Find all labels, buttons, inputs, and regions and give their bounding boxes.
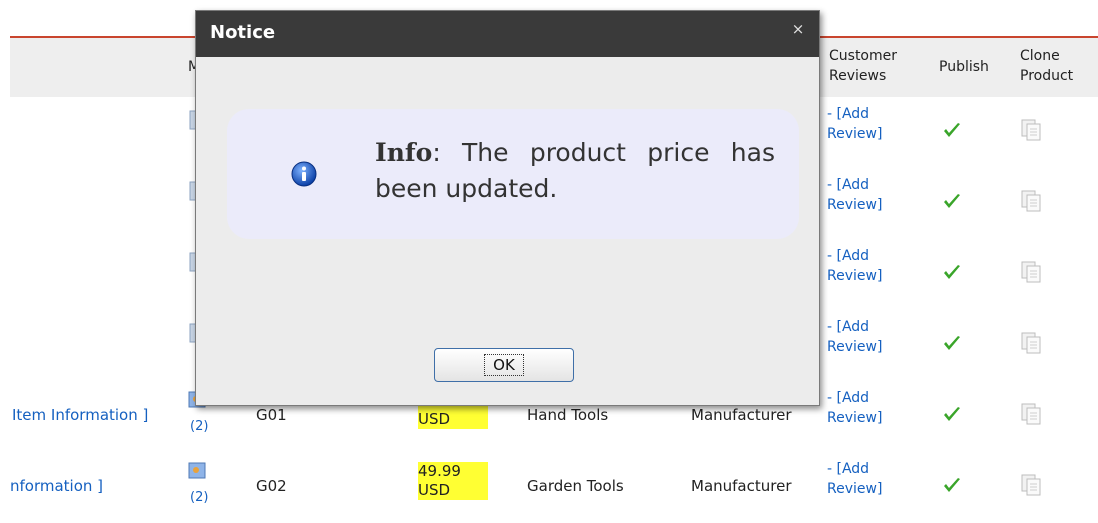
add-review-link[interactable]: - [Add Review] bbox=[827, 317, 897, 357]
manufacturer-cell: Manufacturer bbox=[691, 477, 792, 495]
clone-product-icon[interactable] bbox=[1020, 331, 1042, 355]
table-row: nformation ] (2) G02 49.99 USD Garden To… bbox=[10, 452, 1098, 523]
message-label: Info bbox=[375, 138, 433, 167]
header-customer-reviews-label: Customer Reviews bbox=[829, 48, 898, 84]
clone-product-icon[interactable] bbox=[1020, 402, 1042, 426]
published-check-icon[interactable] bbox=[942, 475, 962, 495]
clone-product-icon[interactable] bbox=[1020, 118, 1042, 142]
clone-product-icon[interactable] bbox=[1020, 473, 1042, 497]
ok-button[interactable]: OK bbox=[434, 348, 574, 382]
header-publish[interactable]: Publish bbox=[939, 57, 989, 77]
close-icon[interactable]: × bbox=[788, 19, 808, 39]
dialog-title: Notice bbox=[210, 22, 276, 43]
published-check-icon[interactable] bbox=[942, 262, 962, 282]
clone-product-icon[interactable] bbox=[1020, 260, 1042, 284]
add-review-link[interactable]: - [Add Review] bbox=[827, 175, 897, 215]
add-review-link[interactable]: - [Add Review] bbox=[827, 246, 897, 286]
item-information-link[interactable]: nformation ] bbox=[10, 476, 103, 496]
ok-button-label: OK bbox=[484, 354, 524, 376]
published-check-icon[interactable] bbox=[942, 120, 962, 140]
published-check-icon[interactable] bbox=[942, 404, 962, 424]
published-check-icon[interactable] bbox=[942, 191, 962, 211]
message-body: : The product price has been updated. bbox=[375, 138, 775, 203]
add-review-link[interactable]: - [Add Review] bbox=[827, 388, 897, 428]
category-cell: Garden Tools bbox=[527, 477, 624, 495]
sku-cell: G02 bbox=[256, 477, 287, 495]
header-clone-product[interactable]: Clone Product bbox=[1020, 46, 1098, 86]
info-icon bbox=[291, 161, 317, 187]
message-text: Info: The product price has been updated… bbox=[375, 135, 775, 207]
message-box: Info: The product price has been updated… bbox=[227, 109, 799, 239]
header-customer-reviews[interactable]: Customer Reviews bbox=[829, 46, 919, 86]
media-count-link[interactable]: (2) bbox=[190, 488, 208, 508]
sku-cell: G01 bbox=[256, 406, 287, 424]
clone-product-icon[interactable] bbox=[1020, 189, 1042, 213]
header-clone-product-label: Clone Product bbox=[1020, 48, 1074, 84]
media-icon[interactable] bbox=[186, 460, 208, 482]
add-review-link[interactable]: - [Add Review] bbox=[827, 104, 897, 144]
item-information-link[interactable]: Item Information ] bbox=[12, 405, 148, 425]
manufacturer-cell: Manufacturer bbox=[691, 406, 792, 424]
category-cell: Hand Tools bbox=[527, 406, 609, 424]
add-review-link[interactable]: - [Add Review] bbox=[827, 459, 897, 499]
notice-dialog: Notice × Info: The product price has bee… bbox=[195, 10, 820, 406]
dialog-titlebar[interactable]: Notice × bbox=[196, 11, 819, 57]
price-value: 49.99 USD bbox=[418, 462, 488, 500]
media-count-link[interactable]: (2) bbox=[190, 417, 208, 437]
published-check-icon[interactable] bbox=[942, 333, 962, 353]
price-cell[interactable]: 49.99 USD bbox=[418, 462, 488, 500]
